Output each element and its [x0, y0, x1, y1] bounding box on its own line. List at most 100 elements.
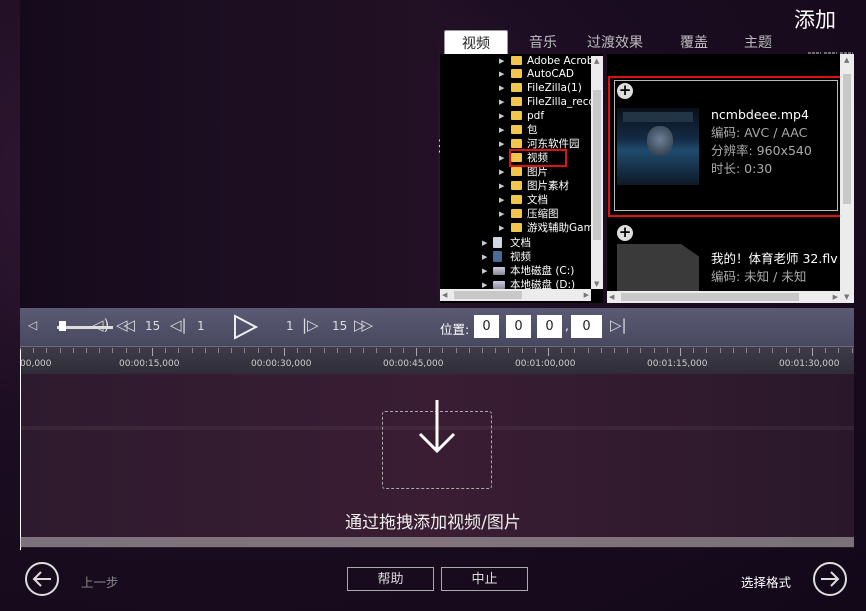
- add-media-icon[interactable]: +: [617, 225, 633, 241]
- ruler-tick: [535, 348, 536, 353]
- ruler-tick: [152, 348, 153, 356]
- ruler-tick: [33, 348, 34, 353]
- position-hours[interactable]: 0: [474, 315, 499, 338]
- position-milliseconds[interactable]: 0: [571, 315, 602, 338]
- ruler-tick: [73, 348, 74, 353]
- ruler-tick: [772, 348, 773, 353]
- tab-theme[interactable]: 主题: [732, 30, 784, 54]
- ruler-tick: [244, 348, 245, 353]
- ruler-label: 00:01:15,000: [647, 359, 708, 369]
- position-label: 位置:: [440, 322, 470, 337]
- ruler-tick: [390, 348, 391, 353]
- ruler-tick: [508, 348, 509, 353]
- media-vertical-scrollbar[interactable]: ▲ ▼: [840, 54, 854, 303]
- skip-back-small-label: 1: [197, 319, 205, 333]
- back-label[interactable]: 上一步: [81, 572, 119, 591]
- ruler-tick: [60, 348, 61, 353]
- volume-low-icon[interactable]: ◁: [28, 318, 37, 332]
- ruler-tick: [403, 348, 404, 353]
- ruler-tick: [799, 348, 800, 353]
- volume-high-icon[interactable]: ◁): [92, 316, 109, 334]
- ruler-tick: [205, 348, 206, 353]
- timeline-ruler[interactable]: 00,000 00:00:15,000 00:00:30,000 00:00:4…: [20, 346, 854, 375]
- next-button[interactable]: [813, 562, 847, 596]
- fast-forward-icon[interactable]: ▷▷: [354, 316, 373, 334]
- ruler-tick: [588, 348, 589, 353]
- ruler-tick: [720, 348, 721, 353]
- ruler-tick: [640, 348, 641, 353]
- position-separator: ,: [565, 319, 569, 333]
- ruler-tick: [258, 348, 259, 353]
- ruler-tick: [733, 348, 734, 353]
- tab-video[interactable]: 视频: [444, 30, 508, 55]
- media-name: 我的！体育老师 32.flv: [711, 251, 838, 266]
- ruler-tick: [165, 348, 166, 353]
- tab-transitions[interactable]: 过渡效果: [580, 30, 650, 54]
- skip-fwd-small-label: 1: [286, 319, 294, 333]
- tab-overlay[interactable]: 覆盖: [666, 30, 722, 54]
- video-preview: [20, 0, 438, 308]
- ruler-tick: [324, 348, 325, 353]
- folder-tree[interactable]: ▶ Adobe Acrobat ▶ AutoCAD ▶ FileZilla(1)…: [440, 54, 603, 303]
- back-button[interactable]: [25, 562, 59, 596]
- skip-fwd-big-label: 15: [332, 319, 348, 333]
- ruler-tick: [561, 348, 562, 353]
- go-to-end-icon[interactable]: ▷|: [610, 316, 627, 334]
- ruler-tick: [495, 348, 496, 353]
- ruler-tick: [482, 348, 483, 353]
- ruler-tick: [627, 348, 628, 353]
- step-forward-icon[interactable]: |▷: [302, 316, 319, 334]
- timeline-scrollbar[interactable]: [20, 537, 854, 547]
- ruler-tick: [469, 348, 470, 353]
- ruler-label: 00:00:45,000: [383, 359, 444, 369]
- ruler-tick: [284, 348, 285, 356]
- ruler-tick: [667, 348, 668, 353]
- play-icon[interactable]: [232, 314, 258, 340]
- position-minutes[interactable]: 0: [506, 315, 531, 338]
- rewind-big-icon[interactable]: ◁◁: [116, 316, 135, 334]
- position-seconds[interactable]: 0: [537, 315, 562, 338]
- media-info: 我的！体育老师 32.flv 编码: 未知 / 未知: [711, 250, 838, 286]
- next-label[interactable]: 选择格式: [741, 572, 791, 591]
- help-button[interactable]: 帮助: [347, 567, 434, 591]
- ruler-tick: [442, 348, 443, 353]
- ruler-tick: [363, 348, 364, 353]
- ruler-tick: [297, 348, 298, 353]
- tree-vertical-scrollbar[interactable]: ▲ ▼: [591, 56, 603, 289]
- tab-bar: 视频 音乐 过渡效果 覆盖 主题: [444, 30, 854, 55]
- ruler-tick: [601, 348, 602, 353]
- tab-music[interactable]: 音乐: [518, 30, 568, 54]
- tree-horizontal-scrollbar[interactable]: ◀ ▶: [440, 289, 591, 301]
- ruler-label: 00:01:30,000: [779, 359, 840, 369]
- step-back-icon[interactable]: ◁|: [170, 316, 187, 334]
- ruler-tick: [99, 348, 100, 353]
- ruler-label: 00:01:00,000: [515, 359, 576, 369]
- playback-toolbar: ◁ ◁) ◁◁ 15 ◁| 1 1 |▷ 15 ▷▷ 位置: 0 0 0 , 0…: [20, 308, 854, 346]
- ruler-tick: [139, 348, 140, 353]
- ruler-tick: [178, 348, 179, 353]
- media-codec: 编码: 未知 / 未知: [711, 269, 807, 284]
- media-highlight: [608, 76, 847, 217]
- media-horizontal-scrollbar[interactable]: ◀ ▶: [607, 291, 840, 303]
- ruler-label: 00,000: [20, 359, 52, 369]
- ruler-tick: [112, 348, 113, 353]
- ruler-tick: [812, 348, 813, 356]
- file-icon[interactable]: [617, 244, 699, 294]
- ruler-tick: [231, 348, 232, 353]
- ruler-tick: [126, 348, 127, 353]
- arrow-left-icon: [32, 571, 51, 587]
- drop-hint: 通过拖拽添加视频/图片: [345, 513, 521, 533]
- ruler-tick: [86, 348, 87, 353]
- ruler-tick: [759, 348, 760, 353]
- arrow-right-icon: [821, 571, 840, 587]
- ruler-tick: [746, 348, 747, 353]
- ruler-tick: [680, 348, 681, 356]
- abort-button[interactable]: 中止: [441, 567, 528, 591]
- ruler-tick: [376, 348, 377, 353]
- ruler-tick: [46, 348, 47, 353]
- ruler-tick: [825, 348, 826, 353]
- volume-slider-knob[interactable]: [59, 321, 66, 331]
- ruler-tick: [416, 348, 417, 356]
- down-arrow-icon: [418, 400, 456, 454]
- ruler-tick: [271, 348, 272, 353]
